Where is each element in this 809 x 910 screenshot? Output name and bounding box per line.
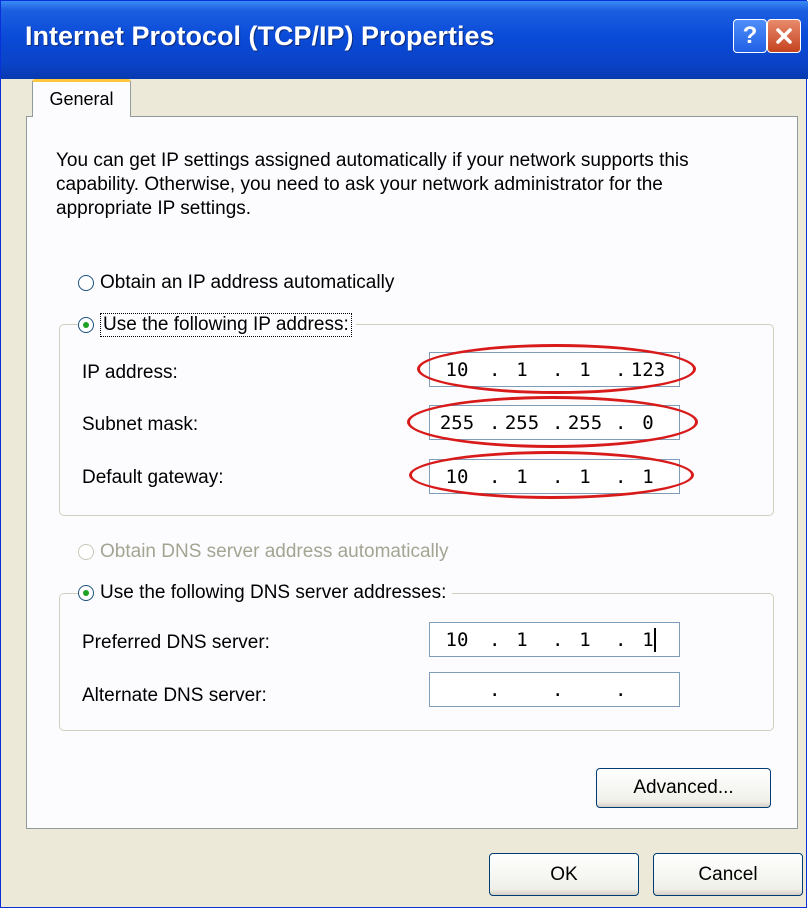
dns-manual-label: Use the following DNS server addresses: bbox=[100, 582, 447, 603]
ip-octet: 1 bbox=[642, 466, 654, 488]
ip-dot: . bbox=[552, 679, 564, 701]
help-button[interactable]: ? bbox=[733, 19, 767, 53]
dns-auto-option[interactable]: Obtain DNS server address automatically bbox=[78, 541, 448, 563]
ok-button[interactable]: OK bbox=[489, 853, 639, 896]
text-caret bbox=[654, 628, 656, 652]
ip-address-label: IP address: bbox=[82, 362, 178, 383]
ip-octet: 255 bbox=[504, 412, 540, 434]
ip-octet: 1 bbox=[579, 359, 591, 381]
advanced-button[interactable]: Advanced... bbox=[596, 768, 771, 808]
preferred-dns-label: Preferred DNS server: bbox=[82, 632, 270, 653]
intro-text: You can get IP settings assigned automat… bbox=[56, 150, 689, 219]
ip-auto-radio[interactable] bbox=[78, 275, 94, 291]
alternate-dns-label: Alternate DNS server: bbox=[82, 685, 267, 706]
ip-octet: 1 bbox=[516, 359, 528, 381]
help-icon: ? bbox=[742, 22, 758, 49]
subnet-mask-input[interactable]: 255 . 255 . 255 . 0 bbox=[429, 405, 680, 440]
close-button[interactable] bbox=[767, 19, 801, 53]
dns-auto-radio[interactable] bbox=[78, 544, 94, 560]
alternate-dns-input[interactable]: . . . bbox=[429, 672, 680, 707]
ip-manual-label: Use the following IP address: bbox=[100, 313, 352, 337]
cancel-button[interactable]: Cancel bbox=[653, 853, 803, 896]
ip-octet: 1 bbox=[642, 629, 654, 651]
close-icon bbox=[776, 28, 792, 44]
ip-manual-radio[interactable] bbox=[78, 317, 94, 333]
subnet-mask-label: Subnet mask: bbox=[82, 414, 199, 435]
ip-octet: 1 bbox=[516, 629, 528, 651]
default-gateway-label: Default gateway: bbox=[82, 467, 224, 488]
ip-octet: 0 bbox=[642, 412, 654, 434]
ip-dot: . bbox=[489, 679, 501, 701]
ip-manual-option[interactable]: Use the following IP address: bbox=[78, 313, 356, 337]
dns-manual-radio[interactable] bbox=[78, 585, 94, 601]
title-bar[interactable]: Internet Protocol (TCP/IP) Properties ? bbox=[1, 1, 808, 79]
tab-general[interactable]: General bbox=[32, 79, 131, 117]
ip-octet: 1 bbox=[579, 466, 591, 488]
dialog-window: Internet Protocol (TCP/IP) Properties ? … bbox=[0, 0, 808, 908]
window-title: Internet Protocol (TCP/IP) Properties bbox=[25, 21, 495, 51]
ip-octet: 1 bbox=[516, 466, 528, 488]
ip-octet: 10 bbox=[445, 629, 469, 651]
ip-octet: 10 bbox=[445, 359, 469, 381]
preferred-dns-input[interactable]: 10 . 1 . 1 . 1 bbox=[429, 622, 680, 657]
default-gateway-input[interactable]: 10 . 1 . 1 . 1 bbox=[429, 459, 680, 494]
ip-octet: 255 bbox=[439, 412, 475, 434]
dns-auto-label: Obtain DNS server address automatically bbox=[100, 541, 449, 562]
dns-settings-group bbox=[59, 593, 774, 731]
ip-octet: 255 bbox=[567, 412, 603, 434]
dns-manual-option[interactable]: Use the following DNS server addresses: bbox=[78, 582, 453, 604]
ip-auto-label: Obtain an IP address automatically bbox=[100, 272, 395, 293]
ip-octet: 123 bbox=[630, 359, 666, 381]
ip-dot: . bbox=[615, 679, 627, 701]
ip-octet: 10 bbox=[445, 466, 469, 488]
ip-auto-option[interactable]: Obtain an IP address automatically bbox=[78, 272, 394, 294]
ip-address-input[interactable]: 10 . 1 . 1 . 123 bbox=[429, 352, 680, 387]
ip-octet: 1 bbox=[579, 629, 591, 651]
